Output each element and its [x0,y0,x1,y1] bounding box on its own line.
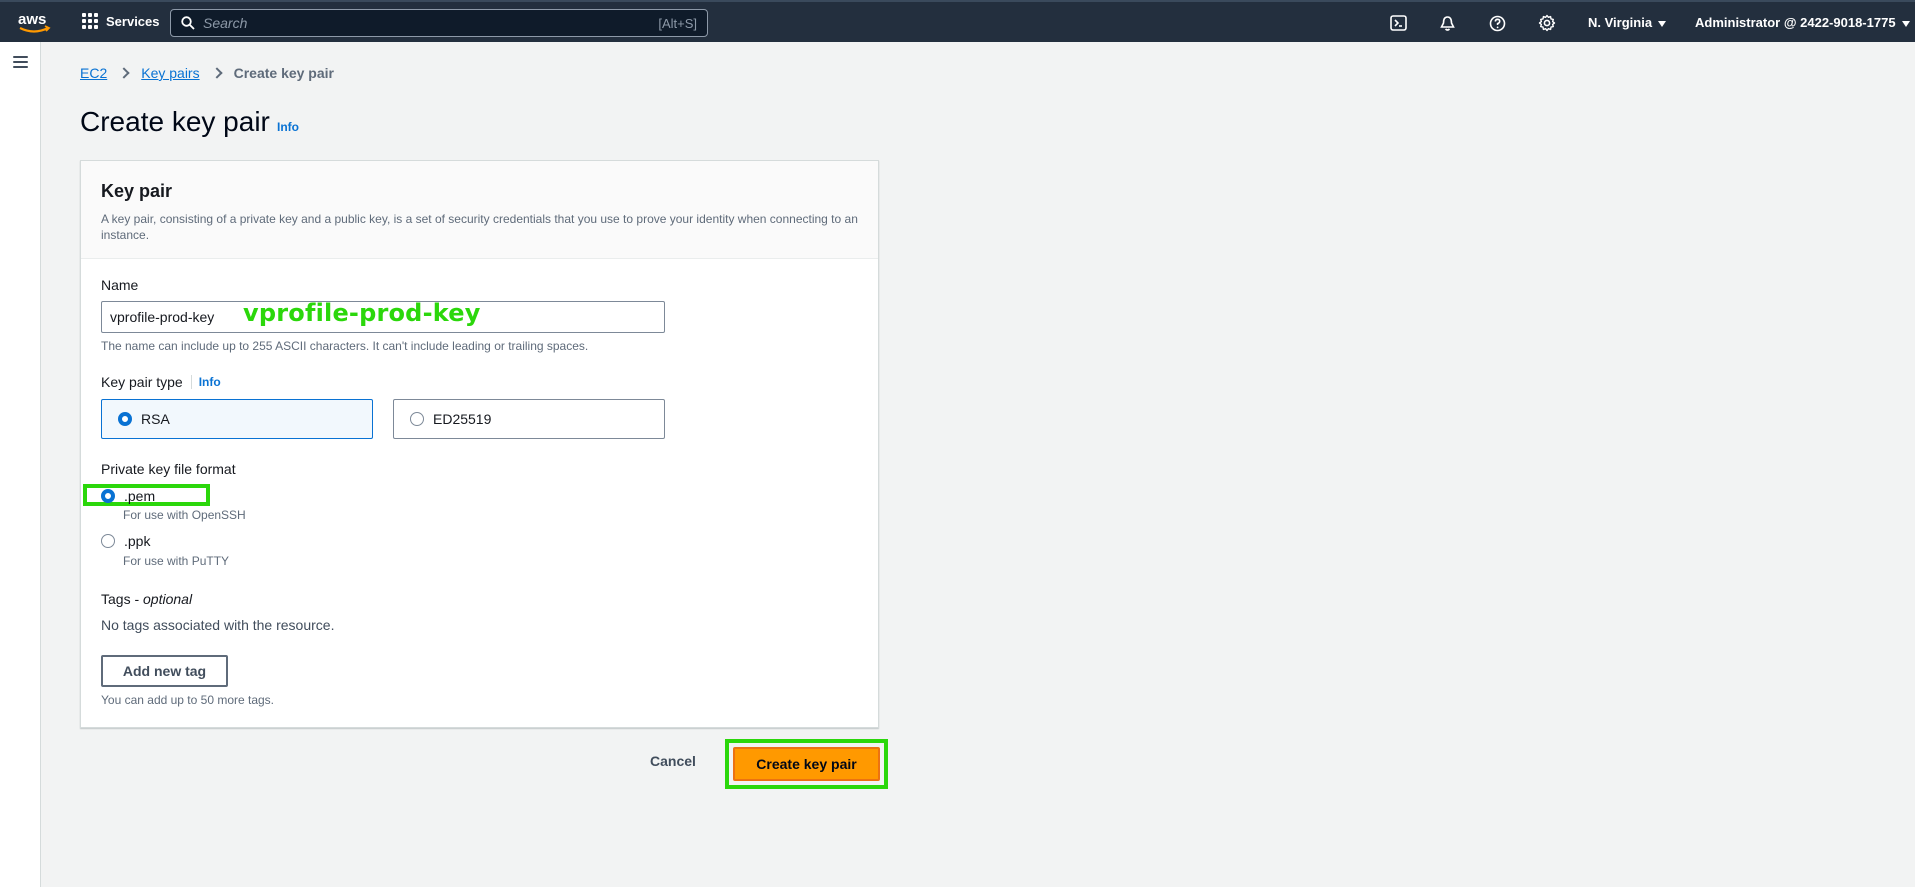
add-new-tag-button[interactable]: Add new tag [101,655,228,687]
bell-icon[interactable] [1437,13,1457,33]
divider [190,375,192,389]
services-label: Services [106,13,160,29]
gear-icon[interactable] [1537,13,1557,33]
file-format-pem-label: .pem [124,488,156,504]
card-header: Key pair A key pair, consisting of a pri… [81,161,878,259]
page-title: Create key pair [80,106,270,137]
tags-empty-text: No tags associated with the resource. [101,617,335,633]
radio-selected-icon [101,489,115,503]
breadcrumb-link-key-pairs[interactable]: Key pairs [141,65,199,81]
card-title: Key pair [101,181,173,201]
tags-optional-text: optional [143,591,193,607]
key-pair-type-info-link[interactable]: Info [199,375,221,389]
card-description: A key pair, consisting of a private key … [101,212,858,242]
key-type-rsa-tile[interactable]: RSA [101,399,373,439]
side-navigation-rail [0,42,41,887]
file-format-label: Private key file format [101,461,236,477]
aws-logo[interactable]: aws [18,10,52,36]
page-info-link[interactable]: Info [277,120,299,134]
file-format-pem-option[interactable]: .pem [101,488,155,504]
tags-limit-hint: You can add up to 50 more tags. [101,693,275,707]
caret-down-icon [1658,20,1667,27]
key-type-ed25519-label: ED25519 [433,411,492,427]
key-pair-type-label: Key pair type [101,374,183,390]
key-pair-type-label-group: Key pair type Info [101,374,221,390]
account-menu[interactable]: Administrator @ 2422-9018-1775 [1695,15,1910,30]
breadcrumb: EC2 Key pairs Create key pair [80,65,334,81]
key-type-ed25519-tile[interactable]: ED25519 [393,399,665,439]
account-label: Administrator @ 2422-9018-1775 [1695,15,1896,30]
name-field-label: Name [101,277,139,293]
breadcrumb-current: Create key pair [233,65,334,81]
breadcrumb-link-ec2[interactable]: EC2 [80,65,107,81]
search-shortcut-hint: [Alt+S] [658,15,697,31]
cancel-button[interactable]: Cancel [650,753,696,769]
create-key-pair-button[interactable]: Create key pair [733,747,880,781]
help-icon[interactable] [1487,13,1507,33]
chevron-right-icon [118,67,130,79]
search-icon [181,16,195,30]
file-format-ppk-hint: For use with PuTTY [123,554,230,568]
radio-unselected-icon [101,534,115,548]
tags-label: Tags - optional [101,591,192,607]
hamburger-menu-icon[interactable] [13,56,28,68]
chevron-right-icon [210,67,223,79]
cloudshell-icon[interactable] [1388,13,1408,33]
radio-unselected-icon [410,412,424,426]
file-format-pem-hint: For use with OpenSSH [123,508,246,522]
key-pair-card: Key pair A key pair, consisting of a pri… [80,160,879,728]
name-annotation-overlay: vprofile-prod-key [243,299,481,327]
search-input[interactable]: Search [Alt+S] [170,9,708,37]
caret-down-icon [1901,20,1910,27]
file-format-ppk-label: .ppk [124,533,151,549]
services-grid-icon [82,13,98,29]
aws-logo-text: aws [18,11,46,28]
tags-label-text: Tags - [101,591,144,607]
search-placeholder: Search [203,15,248,31]
services-menu-button[interactable]: Services [82,13,160,29]
top-navigation-bar: aws Services Search [Alt+S] N. Virginia … [0,0,1915,42]
key-type-rsa-label: RSA [141,411,170,427]
region-label: N. Virginia [1588,15,1653,30]
region-selector[interactable]: N. Virginia [1588,15,1667,30]
radio-selected-icon [118,412,132,426]
file-format-ppk-option[interactable]: .ppk [101,533,150,549]
name-field-hint: The name can include up to 255 ASCII cha… [101,339,589,353]
